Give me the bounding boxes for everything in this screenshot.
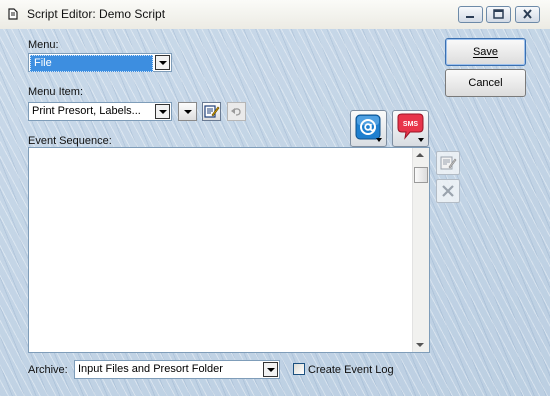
chevron-down-icon [376, 138, 382, 142]
cancel-button[interactable]: Cancel [445, 69, 526, 97]
sms-notification-button[interactable]: SMS [392, 110, 429, 147]
archive-dropdown[interactable]: Input Files and Presort Folder [74, 360, 280, 379]
chevron-down-icon [418, 138, 424, 142]
close-button[interactable] [515, 6, 540, 23]
undo-icon [231, 108, 241, 116]
edit-event-button[interactable] [436, 151, 460, 175]
maximize-button[interactable] [486, 6, 511, 23]
archive-label: Archive: [28, 364, 68, 376]
delete-event-button[interactable] [436, 179, 460, 203]
menu-item-dropdown[interactable]: Print Presort, Labels... [28, 102, 172, 121]
delete-icon [442, 185, 454, 197]
chevron-down-icon[interactable] [155, 104, 170, 119]
archive-dropdown-value: Input Files and Presort Folder [78, 363, 223, 375]
scroll-down-icon[interactable] [416, 343, 424, 347]
edit-icon [204, 105, 220, 118]
menu-label: Menu: [28, 39, 59, 51]
minimize-icon [466, 16, 474, 18]
scrollbar-thumb[interactable] [414, 167, 428, 183]
menu-dropdown-value: File [30, 55, 153, 72]
close-icon [523, 9, 532, 19]
save-button[interactable]: Save [445, 38, 526, 66]
create-event-log-checkbox[interactable] [293, 363, 305, 375]
client-area: Menu: File Menu Item: Print Presort, Lab… [0, 29, 550, 396]
email-notification-button[interactable] [350, 110, 387, 147]
save-button-label: Save [472, 46, 499, 58]
event-sequence-label: Event Sequence: [28, 135, 112, 147]
minimize-button[interactable] [458, 6, 483, 23]
app-icon [8, 8, 18, 20]
cancel-button-label: Cancel [468, 77, 503, 89]
menu-dropdown[interactable]: File [28, 53, 172, 72]
menu-item-label: Menu Item: [28, 86, 84, 98]
chevron-down-icon[interactable] [155, 55, 170, 70]
event-sequence-scrollbar[interactable] [412, 148, 429, 352]
chevron-down-icon[interactable] [263, 362, 278, 377]
title-bar: Script Editor: Demo Script [0, 0, 550, 30]
menu-item-dropdown-value: Print Presort, Labels... [32, 105, 141, 117]
menu-item-options-button[interactable] [178, 102, 197, 121]
sms-icon-text: SMS [403, 121, 419, 128]
event-sequence-list[interactable] [28, 147, 430, 353]
scroll-up-icon[interactable] [416, 153, 424, 157]
edit-menu-item-button[interactable] [202, 102, 221, 121]
maximize-icon [493, 9, 504, 19]
create-event-log-label[interactable]: Create Event Log [308, 364, 394, 376]
undo-button[interactable] [227, 102, 246, 121]
window-title: Script Editor: Demo Script [27, 7, 166, 21]
edit-icon [440, 156, 457, 170]
